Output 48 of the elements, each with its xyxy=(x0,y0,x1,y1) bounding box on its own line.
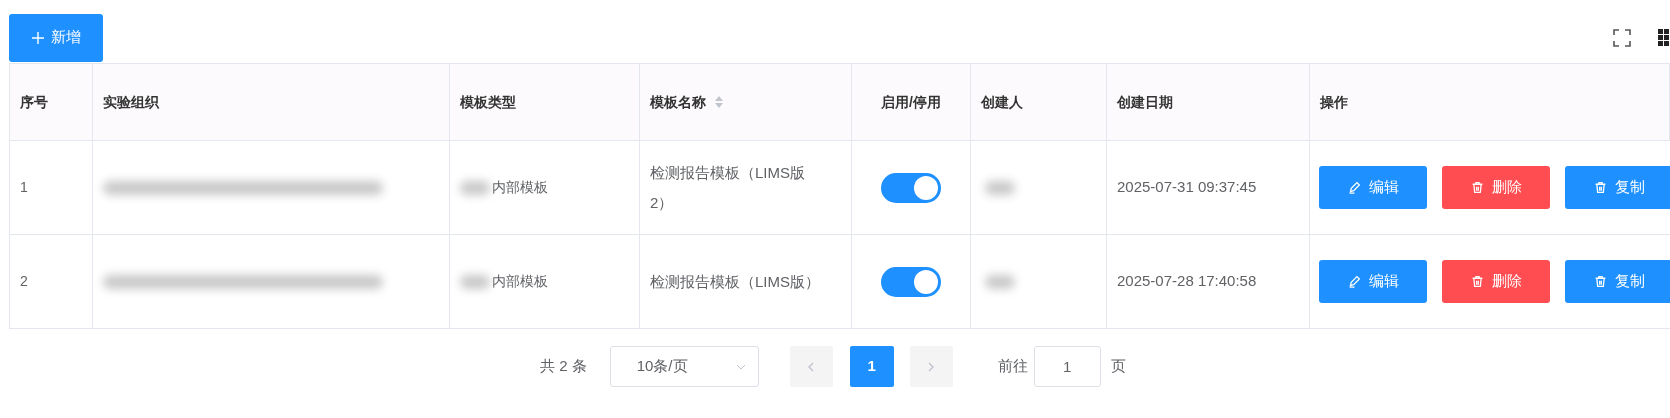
trash-icon xyxy=(1593,181,1607,194)
redacted-text xyxy=(985,274,1015,289)
pencil-icon xyxy=(1347,275,1361,288)
total-count: 共 2 条 xyxy=(540,356,587,377)
edit-button[interactable]: 编辑 xyxy=(1319,166,1427,209)
column-header: 实验组织 xyxy=(103,92,159,112)
page-input[interactable]: 1 xyxy=(1033,346,1101,387)
sort-icon[interactable] xyxy=(714,95,724,109)
table-cell-text: 检测报告模板（LIMS版2） xyxy=(650,162,806,213)
redacted-text xyxy=(460,274,490,289)
table-cell-text: 2025-07-31 09:37:45 xyxy=(1117,177,1257,198)
page-suffix: 页 xyxy=(1110,356,1126,377)
grid-icon[interactable] xyxy=(1658,28,1670,47)
plus-icon xyxy=(31,30,45,45)
column-header: 模板类型 xyxy=(460,92,516,112)
page-button[interactable]: 1 xyxy=(849,346,894,387)
trash-icon xyxy=(1593,275,1607,288)
table-cell-text: 内部模板 xyxy=(492,178,548,197)
table-cell-text: 2025-07-28 17:40:58 xyxy=(1117,271,1257,292)
table-cell-text: 检测报告模板（LIMS版） xyxy=(650,271,820,292)
fullscreen-icon[interactable] xyxy=(1612,27,1632,48)
table-cell-text: 2 xyxy=(20,272,28,291)
delete-button[interactable]: 删除 xyxy=(1442,166,1550,209)
column-header: 创建人 xyxy=(981,92,1023,112)
table-cell-text: 1 xyxy=(20,178,28,197)
copy-button[interactable]: 复制 xyxy=(1565,166,1670,209)
column-header: 序号 xyxy=(20,92,48,112)
delete-button[interactable]: 删除 xyxy=(1442,260,1550,303)
table-cell-text: 内部模板 xyxy=(492,272,548,291)
page-size-select[interactable]: 10条/页 xyxy=(609,346,759,387)
redacted-text xyxy=(460,180,490,195)
trash-icon xyxy=(1470,181,1484,194)
toggle-switch[interactable] xyxy=(881,266,941,297)
column-header: 启用/停用 xyxy=(881,92,941,112)
column-header: 创建日期 xyxy=(1117,92,1173,112)
chevron-down-icon xyxy=(735,363,746,370)
column-header: 模板名称 xyxy=(650,92,706,112)
redacted-text xyxy=(985,180,1015,195)
toggle-switch[interactable] xyxy=(881,172,941,203)
add-button[interactable]: 新增 xyxy=(9,13,103,62)
chevron-right-icon xyxy=(928,361,935,372)
goto-label: 前往 xyxy=(997,356,1028,377)
trash-icon xyxy=(1470,275,1484,288)
pencil-icon xyxy=(1347,181,1361,194)
edit-button[interactable]: 编辑 xyxy=(1319,260,1427,303)
copy-button[interactable]: 复制 xyxy=(1565,260,1670,303)
column-header: 操作 xyxy=(1320,92,1348,112)
chevron-left-icon xyxy=(808,361,815,372)
